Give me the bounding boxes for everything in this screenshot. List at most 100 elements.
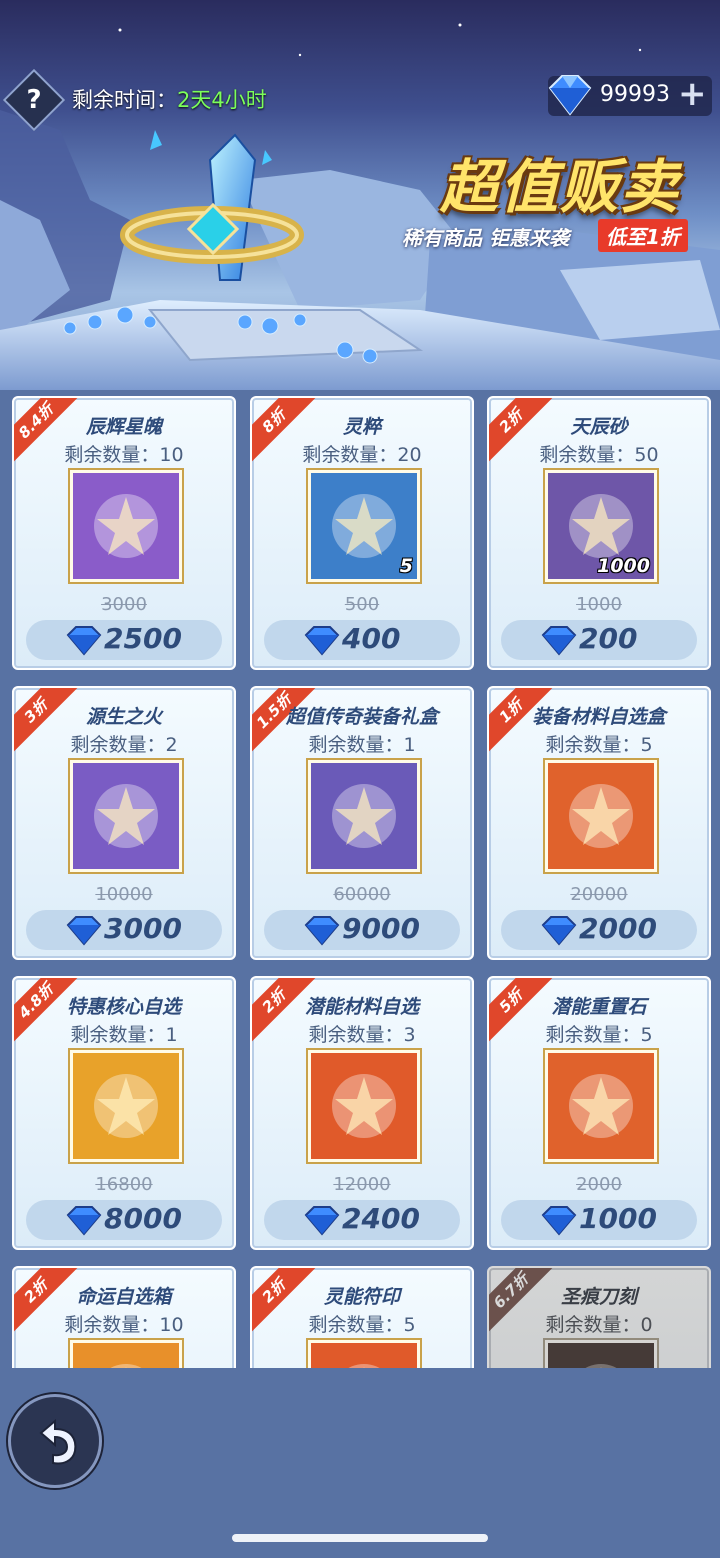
- item-name: 潜能材料自选: [304, 996, 419, 1018]
- fate-box-icon: [73, 1343, 179, 1368]
- item-card[interactable]: 8折 灵粹 剩余数量：20 5 500 400: [250, 396, 474, 670]
- sale-price: 400: [342, 622, 401, 655]
- item-quantity: 1000: [597, 555, 650, 577]
- original-price: 16800: [95, 1174, 153, 1195]
- star-orb-icon: [73, 473, 179, 579]
- diamond-icon: [304, 626, 340, 656]
- top-bar: ? 剩余时间：2天4小时 99993 +: [0, 68, 720, 132]
- buy-button[interactable]: 2500: [26, 620, 222, 660]
- home-indicator[interactable]: [232, 1534, 488, 1542]
- item-name: 辰辉星魄: [85, 416, 162, 438]
- original-price: 500: [344, 594, 380, 615]
- armor-material-icon: [548, 763, 654, 869]
- core-card-icon: [73, 1053, 179, 1159]
- item-name: 装备材料自选盒: [532, 706, 666, 728]
- diamond-icon: [304, 1206, 340, 1236]
- origin-fire-icon: [73, 763, 179, 869]
- item-remaining: 剩余数量：5: [545, 1024, 653, 1046]
- item-icon-frame: [308, 1050, 420, 1162]
- original-price: 20000: [570, 884, 628, 905]
- item-remaining: 剩余数量：20: [302, 444, 422, 466]
- item-remaining: 剩余数量：3: [308, 1024, 416, 1046]
- armor-box-icon: [311, 763, 417, 869]
- item-icon-frame: [308, 760, 420, 872]
- item-grid: 8.4折 辰辉星魄 剩余数量：10 3000 2500 8折 灵粹 剩余数量：20 5 500 40…: [0, 396, 720, 1368]
- treasure-chest-icon: [311, 1053, 417, 1159]
- buy-button[interactable]: 1000: [501, 1200, 697, 1240]
- original-price: 1000: [576, 594, 622, 615]
- item-card[interactable]: 4.8折 特惠核心自选 剩余数量：1 16800 8000: [12, 976, 236, 1250]
- item-remaining: 剩余数量：1: [70, 1024, 178, 1046]
- original-price: 3000: [101, 594, 147, 615]
- item-icon-frame: [545, 760, 657, 872]
- buy-button[interactable]: 9000: [264, 910, 460, 950]
- sale-price: 200: [579, 622, 638, 655]
- remaining-time-label: 剩余时间：: [72, 88, 177, 112]
- buy-button[interactable]: 2000: [501, 910, 697, 950]
- item-card[interactable]: 2折 潜能材料自选 剩余数量：3 12000 2400: [250, 976, 474, 1250]
- item-name: 潜能重置石: [551, 996, 647, 1018]
- diamond-icon: [541, 626, 577, 656]
- sale-price: 2000: [579, 912, 657, 945]
- question-icon[interactable]: ?: [12, 78, 56, 122]
- item-remaining: 剩余数量：5: [545, 734, 653, 756]
- item-card[interactable]: 6.7折 圣痕刀刻 剩余数量：0: [487, 1266, 711, 1368]
- item-remaining: 剩余数量：1: [308, 734, 416, 756]
- buy-button[interactable]: 2400: [264, 1200, 460, 1240]
- item-card[interactable]: 8.4折 辰辉星魄 剩余数量：10 3000 2500: [12, 396, 236, 670]
- sale-price: 2400: [342, 1202, 420, 1235]
- item-card[interactable]: 1.5折 超值传奇装备礼盒 剩余数量：1 60000 9000: [250, 686, 474, 960]
- diamond-icon: [66, 626, 102, 656]
- sale-price: 9000: [342, 912, 420, 945]
- buy-button[interactable]: 3000: [26, 910, 222, 950]
- item-icon-frame: [70, 760, 182, 872]
- gem-balance: 99993: [600, 82, 670, 107]
- item-quantity: 5: [399, 555, 413, 577]
- item-name: 天辰砂: [570, 416, 628, 438]
- item-card[interactable]: 2折 灵能符印 剩余数量：5: [250, 1266, 474, 1368]
- item-name: 灵粹: [342, 416, 381, 438]
- diamond-icon: [541, 1206, 577, 1236]
- bottom-bar: [0, 1368, 720, 1558]
- item-icon-frame: 1000: [545, 470, 657, 582]
- buy-button[interactable]: 400: [264, 620, 460, 660]
- sale-price: 2500: [104, 622, 182, 655]
- psionic-seal-icon: [311, 1343, 417, 1368]
- item-card[interactable]: 2折 命运自选箱 剩余数量：10: [12, 1266, 236, 1368]
- item-name: 源生之火: [85, 706, 162, 728]
- item-remaining: 剩余数量：50: [539, 444, 659, 466]
- item-name: 圣痕刀刻: [560, 1286, 637, 1308]
- diamond-icon: [541, 916, 577, 946]
- item-icon-frame: [545, 1340, 657, 1368]
- reset-stone-icon: [548, 1053, 654, 1159]
- stigma-carve-icon: [548, 1343, 654, 1368]
- item-icon-frame: [70, 470, 182, 582]
- diamond-icon: [66, 1206, 102, 1236]
- item-icon-frame: [70, 1050, 182, 1162]
- item-remaining: 剩余数量：2: [70, 734, 178, 756]
- banner-title: 超值贩卖: [440, 153, 681, 221]
- sale-price: 8000: [104, 1202, 182, 1235]
- item-card[interactable]: 2折 天辰砂 剩余数量：50 1000 1000 200: [487, 396, 711, 670]
- item-name: 灵能符印: [323, 1286, 400, 1308]
- item-card[interactable]: 3折 源生之火 剩余数量：2 10000 3000: [12, 686, 236, 960]
- item-remaining: 剩余数量：5: [308, 1314, 416, 1336]
- diamond-icon: [548, 75, 592, 116]
- item-name: 特惠核心自选: [66, 996, 181, 1018]
- item-card[interactable]: 1折 装备材料自选盒 剩余数量：5 20000 2000: [487, 686, 711, 960]
- item-icon-frame: 5: [308, 470, 420, 582]
- item-icon-frame: [70, 1340, 182, 1368]
- back-button[interactable]: [8, 1394, 102, 1488]
- add-gems-button[interactable]: +: [678, 74, 707, 114]
- return-arrow-icon: [39, 1418, 77, 1465]
- item-card[interactable]: 5折 潜能重置石 剩余数量：5 2000 1000: [487, 976, 711, 1250]
- buy-button[interactable]: 8000: [26, 1200, 222, 1240]
- item-remaining: 剩余数量：10: [64, 1314, 184, 1336]
- diamond-icon: [66, 916, 102, 946]
- original-price: 10000: [95, 884, 153, 905]
- original-price: 2000: [576, 1174, 622, 1195]
- buy-button[interactable]: 200: [501, 620, 697, 660]
- remaining-time-value: 2天4小时: [177, 88, 267, 112]
- sale-price: 1000: [579, 1202, 657, 1235]
- original-price: 60000: [333, 884, 391, 905]
